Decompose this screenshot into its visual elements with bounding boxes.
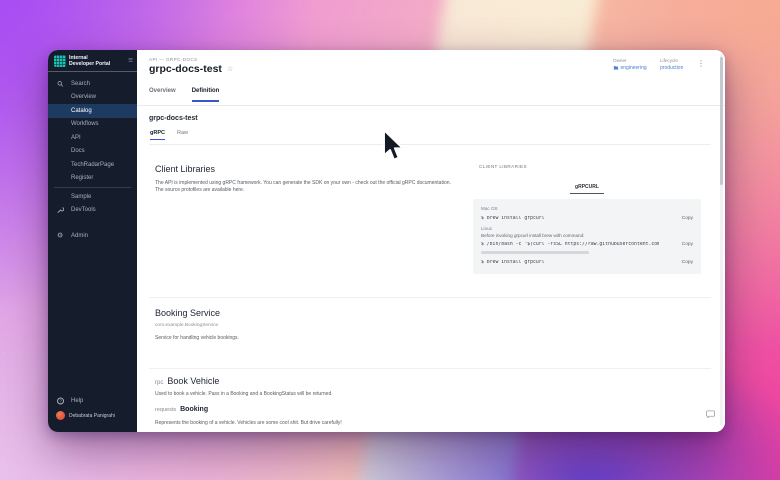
- sidebar-item-overview[interactable]: Overview: [48, 91, 137, 105]
- rpc-name: Book Vehicle: [167, 376, 219, 386]
- copy-button[interactable]: Copy: [682, 260, 693, 265]
- sidebar-item-label: Admin: [71, 233, 88, 239]
- tab-grpcurl[interactable]: gRPCURL: [570, 184, 604, 194]
- sidebar-item-techradarpage[interactable]: TechRadarPage: [48, 158, 137, 172]
- sidebar-item-label: API: [71, 135, 81, 141]
- sidebar-divider: [54, 187, 131, 188]
- sidebar-footer: ? Help Debabrata Panigrahi: [48, 395, 137, 433]
- booking-service-heading: Booking Service: [155, 308, 220, 318]
- page-tabs: Overview Definition: [149, 88, 219, 102]
- sidebar-item-workflows[interactable]: Workflows: [48, 118, 137, 132]
- vertical-scrollbar-thumb[interactable]: [720, 57, 723, 185]
- sidebar-header: Internal Developer Portal ☰: [48, 50, 137, 72]
- booking-service-description: Service for handling vehicle bookings.: [155, 335, 239, 341]
- lifecycle-meta: Lifecycle production: [660, 58, 683, 71]
- brand-logo-icon: [54, 55, 66, 67]
- sidebar-item-register[interactable]: Register: [48, 172, 137, 186]
- sidebar-item-label: Register: [71, 175, 93, 181]
- help-icon: ?: [57, 398, 64, 405]
- sidebar-item-label: TechRadarPage: [71, 162, 114, 168]
- avatar: [56, 411, 65, 420]
- copy-button[interactable]: Copy: [682, 216, 693, 221]
- section-divider: [149, 368, 711, 369]
- lifecycle-label: Lifecycle: [660, 58, 683, 63]
- sidebar-item-label: Sample: [71, 194, 91, 200]
- requests-prefix: requests: [155, 407, 176, 413]
- card-title: grpc-docs-test: [149, 115, 198, 122]
- tab-definition[interactable]: Definition: [192, 88, 220, 102]
- page-title: grpc-docs-test: [149, 63, 222, 75]
- rpc-description: Used to book a vehicle. Pass in a Bookin…: [155, 391, 333, 397]
- sidebar-item-label: Help: [71, 398, 83, 404]
- requests-name: Booking: [180, 406, 208, 413]
- user-menu[interactable]: Debabrata Panigrahi: [48, 408, 137, 423]
- favorite-star-icon[interactable]: ☆: [227, 65, 233, 73]
- requests-description: Represents the booking of a vehicle. Veh…: [155, 420, 342, 426]
- client-libraries-panel: CLIENT LIBRARIES gRPCURL Mac OS $ brew i…: [473, 164, 701, 274]
- sidebar-collapse-icon[interactable]: ☰: [128, 58, 133, 64]
- sidebar-item-admin[interactable]: ⚙ Admin: [48, 229, 137, 243]
- gear-icon: ⚙: [57, 232, 63, 239]
- brand-title: Internal Developer Portal: [69, 55, 111, 67]
- sidebar-item-label: Search: [71, 81, 90, 87]
- sidebar-item-sample[interactable]: Sample: [48, 190, 137, 204]
- code-row: $ /bin/bash -c "$(curl -fsSL https://raw…: [481, 239, 693, 250]
- linux-label: Linux: [481, 226, 693, 231]
- horizontal-scrollbar[interactable]: [481, 251, 589, 254]
- sidebar-item-label: Overview: [71, 94, 96, 100]
- wrench-icon: [57, 207, 64, 214]
- code-snippet: $ brew install grpcurl: [481, 216, 545, 221]
- breadcrumb: API — GRPC-DOCS: [149, 57, 198, 62]
- code-snippet: $ /bin/bash -c "$(curl -fsSL https://raw…: [481, 242, 659, 247]
- card-tabs: gRPC Raw: [150, 130, 188, 140]
- owner-meta: Owner engineering: [613, 58, 647, 71]
- sidebar-item-devtools[interactable]: DevTools: [48, 204, 137, 218]
- owner-link[interactable]: engineering: [613, 65, 647, 71]
- search-icon: [57, 80, 64, 87]
- owner-label: Owner: [613, 58, 647, 63]
- header-divider: [137, 105, 725, 106]
- section-divider: [149, 297, 711, 298]
- sidebar: Internal Developer Portal ☰ Search Overv…: [48, 50, 137, 432]
- sidebar-item-label: Workflows: [71, 121, 99, 127]
- main-content: API — GRPC-DOCS grpc-docs-test ☆ Owner e…: [137, 50, 725, 432]
- lifecycle-value: production: [660, 65, 683, 71]
- sidebar-item-search[interactable]: Search: [48, 77, 137, 91]
- user-name: Debabrata Panigrahi: [69, 413, 115, 419]
- feedback-icon[interactable]: [706, 405, 715, 423]
- group-icon: [613, 65, 619, 70]
- sidebar-item-docs[interactable]: Docs: [48, 145, 137, 159]
- panel-header: CLIENT LIBRARIES: [473, 164, 701, 169]
- code-snippet: $ brew install grpcurl: [481, 260, 545, 265]
- code-row: $ brew install grpcurl Copy: [481, 257, 693, 268]
- linux-note: Before invoking grpcurl install brew wit…: [481, 233, 693, 238]
- app-window: Internal Developer Portal ☰ Search Overv…: [48, 50, 725, 432]
- tab-grpc[interactable]: gRPC: [150, 130, 165, 140]
- rpc-prefix: rpc: [155, 380, 163, 386]
- sidebar-item-label: Catalog: [71, 108, 92, 114]
- sidebar-item-help[interactable]: ? Help: [48, 395, 137, 409]
- code-row: $ brew install grpcurl Copy: [481, 213, 693, 224]
- sidebar-item-label: Docs: [71, 148, 85, 154]
- code-panel: Mac OS $ brew install grpcurl Copy Linux…: [473, 199, 701, 274]
- client-libraries-heading: Client Libraries: [155, 164, 215, 174]
- sidebar-item-label: DevTools: [71, 207, 96, 213]
- booking-service-id: com.example.BookingService: [155, 323, 218, 328]
- sidebar-item-api[interactable]: API: [48, 131, 137, 145]
- client-libraries-description: The API is implemented using gRPC framew…: [155, 180, 475, 194]
- tab-raw[interactable]: Raw: [177, 130, 188, 140]
- tab-overview[interactable]: Overview: [149, 88, 176, 102]
- sidebar-item-catalog[interactable]: Catalog: [48, 104, 137, 118]
- card-divider: [149, 144, 711, 145]
- macos-label: Mac OS: [481, 206, 693, 211]
- sidebar-nav: Search Overview Catalog Workflows API Do…: [48, 72, 137, 243]
- kebab-menu-icon[interactable]: ⋮: [697, 59, 705, 68]
- copy-button[interactable]: Copy: [682, 242, 693, 247]
